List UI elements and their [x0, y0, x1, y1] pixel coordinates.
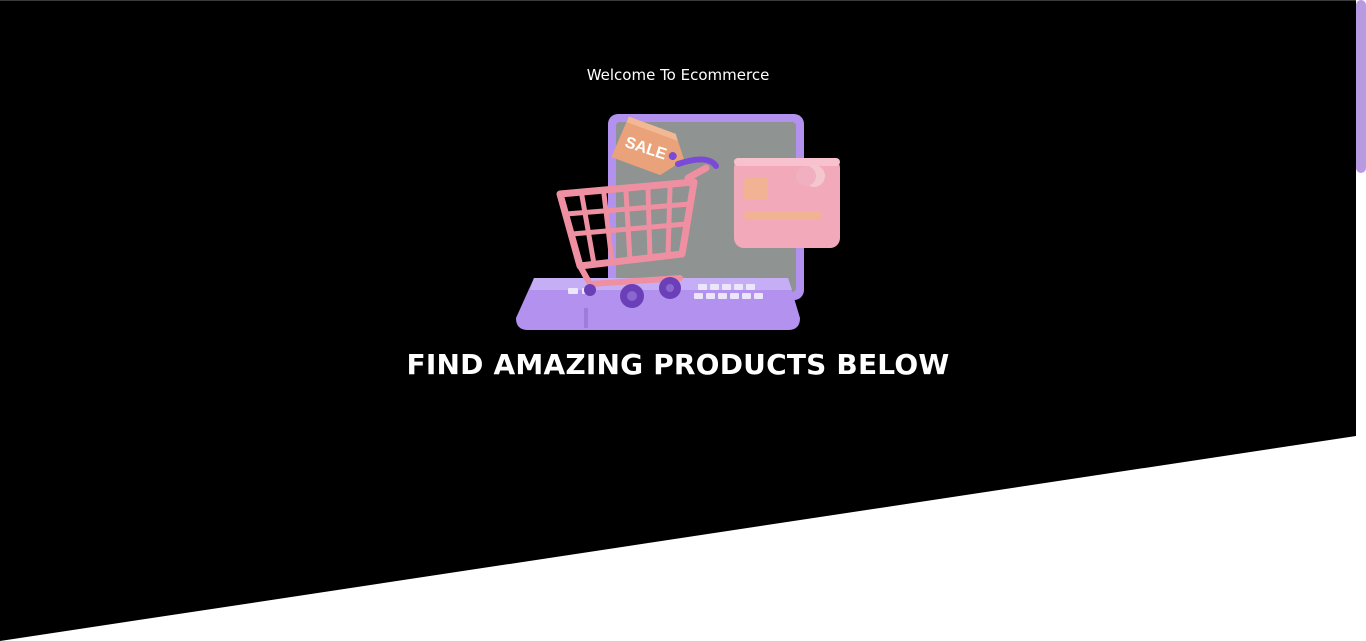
hero-headline: FIND AMAZING PRODUCTS BELOW — [406, 348, 950, 381]
welcome-text: Welcome To Ecommerce — [586, 66, 770, 84]
top-divider — [0, 0, 1356, 1]
scrollbar-thumb[interactable] — [1356, 0, 1366, 173]
page: Welcome To Ecommerce SALE FIND AMAZING P… — [0, 0, 1366, 641]
shopping-cart-laptop-illustration: SALE — [516, 114, 840, 330]
credit-card-icon — [734, 158, 840, 248]
